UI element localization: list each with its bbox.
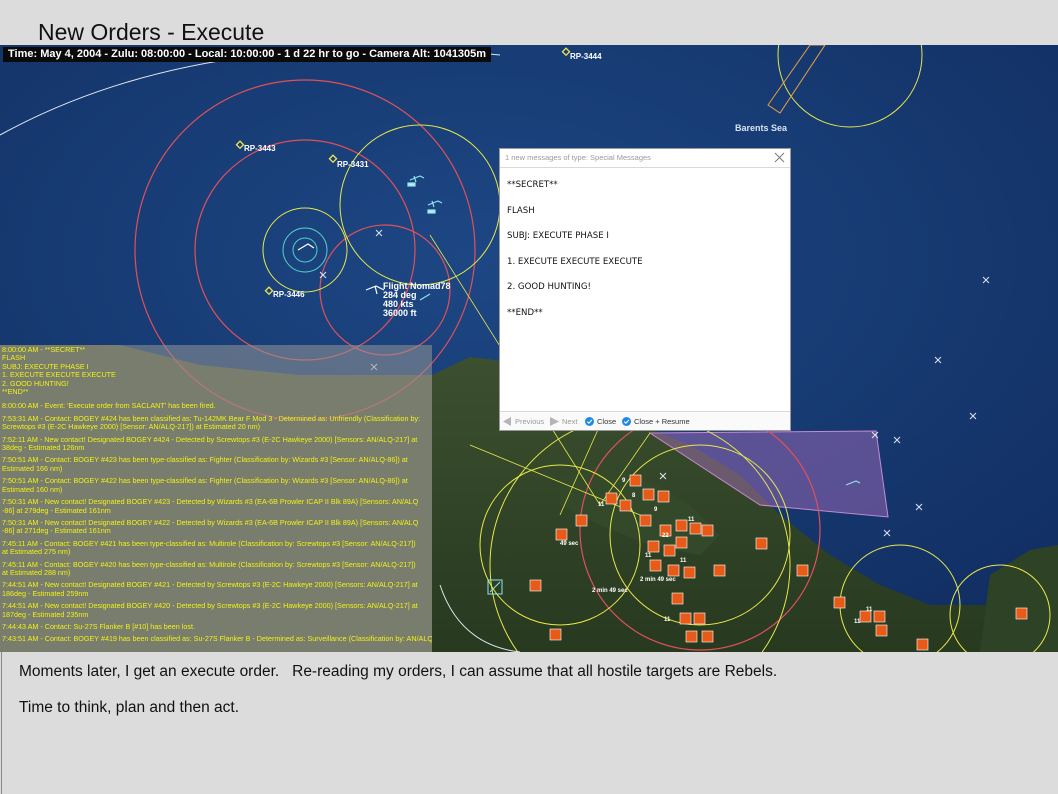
message-log-panel[interactable]: 8:00:00 AM - **SECRET** FLASH SUBJ: EXECUT… — [0, 345, 432, 652]
log-entry-line: 7:45:11 AM - Contact: BOGEY #421 has bee… — [2, 539, 416, 548]
svg-text:11: 11 — [688, 517, 695, 523]
triangle-left-icon — [503, 417, 511, 426]
time-status-bar: Time: May 4, 2004 - Zulu: 08:00:00 - Loc… — [3, 47, 492, 62]
next-button[interactable]: Next — [550, 416, 577, 427]
next-label: Next — [562, 417, 578, 426]
close-icon[interactable] — [774, 152, 785, 163]
message-log-body: 8:00:00 AM - **SECRET** FLASH SUBJ: EXECUT… — [2, 346, 432, 648]
slide-edge — [1, 652, 2, 794]
log-entry: 7:45:11 AM - Contact: BOGEY #421 has bee… — [2, 540, 432, 557]
log-entry-line: 7:44:51 AM - New contact! Designated BOG… — [2, 581, 418, 590]
log-entry-line: 187deg - Estimated 235nm — [2, 610, 89, 619]
rp-label[interactable]: RP-3431 — [337, 160, 369, 169]
log-header-line: 1. EXECUTE EXECUTE EXECUTE — [2, 371, 116, 380]
check-circle-icon — [585, 417, 594, 426]
special-message-dialog[interactable]: 1 new messages of type: Special Messages… — [499, 148, 791, 431]
log-entry-line: 7:50:31 AM - New contact! Designated BOG… — [2, 518, 419, 527]
message-line: 1. EXECUTE EXECUTE EXECUTE — [507, 256, 643, 267]
log-header-line: **END** — [2, 388, 29, 397]
log-entry: 7:44:51 AM - New contact! Designated BOG… — [2, 581, 432, 598]
log-entry: 7:50:51 AM - Contact: BOGEY #422 has bee… — [2, 477, 432, 494]
log-entry-line: at Estimated 288 nm) — [2, 568, 71, 577]
timer-label: 49 sec — [560, 541, 579, 547]
flight-info-label[interactable]: Flight Nomad78 284 deg 480 kts 36000 ft — [383, 282, 451, 318]
timer-label: 2 min 49 sec — [592, 588, 628, 594]
flight-altitude: 36000 ft — [383, 308, 417, 318]
log-entry: 7:50:31 AM - New contact! Designated BOG… — [2, 498, 432, 515]
dialog-titlebar: 1 new messages of type: Special Messages — [500, 149, 790, 168]
log-entry-line: -86] at 271deg - Estimated 161nm — [2, 527, 111, 536]
svg-text:11: 11 — [866, 607, 873, 613]
caption-line-2: Time to think, plan and then act. — [19, 699, 239, 716]
log-entry-line: 7:50:31 AM - New contact! Designated BOG… — [2, 498, 419, 507]
close-label: Close — [597, 417, 617, 426]
close-button[interactable]: Close — [585, 416, 616, 427]
slide-title: New Orders - Execute — [38, 19, 265, 45]
message-line: FLASH — [507, 205, 535, 216]
log-entry-line: Estimated 166 nm) — [2, 464, 63, 473]
timer-label: 2 min 49 sec — [640, 577, 676, 583]
message-line: **END** — [507, 307, 543, 318]
rp-label[interactable]: RP-3443 — [244, 144, 276, 153]
log-header-line: SUBJ: EXECUTE PHASE I — [2, 362, 89, 371]
previous-label: Previous — [515, 417, 545, 426]
log-entry-line: 7:43:51 AM - Contact: BOGEY #419 has bee… — [2, 635, 432, 644]
svg-text:11: 11 — [854, 619, 861, 625]
log-entry-line: 7:50:51 AM - Contact: BOGEY #423 has bee… — [2, 456, 408, 465]
dialog-message: **SECRET** FLASH SUBJ: EXECUTE PHASE I 1… — [507, 180, 643, 333]
message-line: SUBJ: EXECUTE PHASE I — [507, 231, 609, 241]
svg-text:11: 11 — [598, 502, 605, 508]
svg-text:11: 11 — [645, 553, 652, 559]
log-entry-line: Estimated 160 nm) — [2, 485, 63, 494]
close-resume-label: Close + Resume — [634, 417, 690, 426]
log-entry-line: Screwtops #3 (E-2C Hawkeye 2000) [Sensor… — [2, 423, 261, 432]
log-entry: 8:00:00 AM - Event: 'Execute order from … — [2, 402, 432, 410]
log-entry: 7:52:11 AM - New contact! Designated BOG… — [2, 436, 432, 453]
log-entry: 7:44:43 AM - Contact: Su-27S Flanker B [… — [2, 623, 432, 631]
map-view[interactable]: 9 11 8 9 11 22 11 11 11 11 11 Time: May … — [0, 45, 1058, 652]
rp-label[interactable]: RP-3446 — [273, 290, 305, 299]
svg-text:11: 11 — [680, 558, 687, 564]
close-resume-button[interactable]: Close + Resume — [622, 416, 690, 427]
log-entry-line: 7:44:43 AM - Contact: Su-27S Flanker B [… — [2, 622, 195, 631]
message-line: 2. GOOD HUNTING! — [507, 282, 591, 292]
dialog-footer: Previous Next Close Close + Resume — [500, 411, 790, 430]
dialog-title: 1 new messages of type: Special Messages — [505, 153, 651, 162]
svg-text:11: 11 — [664, 617, 671, 623]
log-entry: 7:44:51 AM - New contact! Designated BOG… — [2, 602, 432, 619]
rp-label[interactable]: RP-3444 — [570, 52, 602, 61]
log-entry: 7:45:11 AM - Contact: BOGEY #420 has bee… — [2, 561, 432, 578]
log-entry-line: 7:52:11 AM - New contact! Designated BOG… — [2, 435, 418, 444]
log-entry-line: at Estimated 275 nm) — [2, 548, 71, 557]
log-entry-line: 7:50:51 AM - Contact: BOGEY #422 has bee… — [2, 477, 408, 486]
log-entry-line: 38deg - Estimated 126nm — [2, 444, 85, 453]
caption-line-1: Moments later, I get an execute order. R… — [19, 663, 778, 680]
log-entry-line: 7:53:31 AM - Contact: BOGEY #424 has bee… — [2, 414, 421, 423]
check-circle-icon — [622, 417, 631, 426]
log-entry: 7:53:31 AM - Contact: BOGEY #424 has bee… — [2, 415, 432, 432]
triangle-right-icon — [550, 417, 559, 426]
svg-text:22: 22 — [662, 533, 669, 539]
log-entry-line: 8:00:00 AM - Event: 'Execute order from … — [2, 402, 216, 411]
log-entry-line: 7:45:11 AM - Contact: BOGEY #420 has bee… — [2, 560, 416, 569]
log-entry-line: 186deg - Estimated 259nm — [2, 589, 89, 598]
log-entry-line: -86] at 279deg - Estimated 161nm — [2, 506, 111, 515]
previous-button[interactable]: Previous — [503, 416, 544, 427]
message-line: **SECRET** — [507, 180, 558, 190]
log-header-line: FLASH — [2, 354, 26, 363]
log-header-line: 8:00:00 AM - **SECRET** — [2, 346, 86, 354]
sea-label: Barents Sea — [735, 123, 788, 133]
log-entry: 7:50:31 AM - New contact! Designated BOG… — [2, 519, 432, 536]
log-entry-line: 7:44:51 AM - New contact! Designated BOG… — [2, 602, 418, 611]
log-header-line: 2. GOOD HUNTING! — [2, 379, 69, 388]
log-entry: 7:50:51 AM - Contact: BOGEY #423 has bee… — [2, 456, 432, 473]
log-entry: 7:43:51 AM - Contact: BOGEY #419 has bee… — [2, 635, 432, 643]
